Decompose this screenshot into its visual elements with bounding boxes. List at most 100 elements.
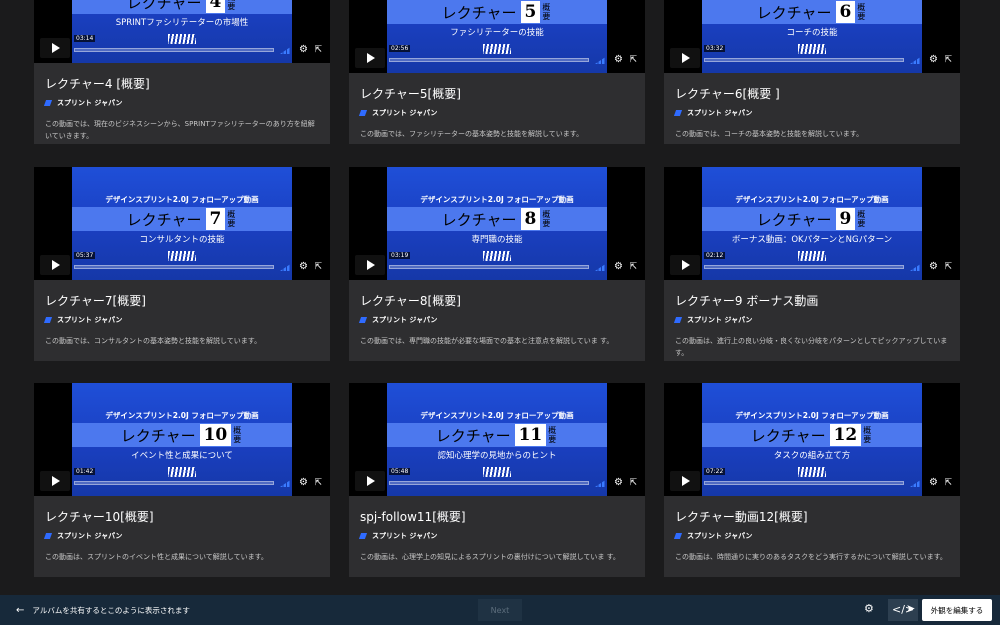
play-icon[interactable] [670,255,700,275]
video-description: この動画では、コンサルタントの基本姿勢と技能を解説しています。 [45,337,262,345]
volume-icon[interactable] [910,56,922,64]
video-card[interactable]: デザインスプリント2.0J フォローアップ動画 レクチャー 11 概要 認知心理… [349,383,645,577]
video-card[interactable]: デザインスプリント2.0J フォローアップ動画 レクチャー 12 概要 タスクの… [664,383,960,577]
slide-subtitle: イベント性と成果について [131,451,233,461]
slide-lecture-number: 12 [829,424,862,446]
video-card[interactable]: デザインスプリント2.0J フォローアップ動画 レクチャー 7 概要 コンサルタ… [34,167,330,361]
play-icon[interactable] [670,471,700,491]
volume-icon[interactable] [280,46,292,54]
video-player[interactable]: レクチャー 5 概要 ファシリテーターの技能 02:56 ⚙ ⇱ [349,0,645,73]
fullscreen-icon[interactable]: ⇱ [944,478,952,488]
play-icon[interactable] [355,255,385,275]
volume-icon[interactable] [595,479,607,487]
share-notice: アルバムを共有するとこのように表示されます [32,605,190,615]
video-info: レクチャー10[概要] スプリント ジャパン この動画は、スプリントのイベント性… [34,496,330,573]
gear-icon[interactable]: ⚙ [614,262,623,272]
video-card[interactable]: レクチャー 6 概要 コーチの技能 03:32 ⚙ ⇱ レクチャー6[概要 ] … [664,0,960,144]
video-info: レクチャー5[概要] スプリント ジャパン この動画では、ファシリテーターの基本… [349,73,645,150]
progress-bar[interactable] [74,265,274,269]
fullscreen-icon[interactable]: ⇱ [629,478,637,488]
slide-header: デザインスプリント2.0J フォローアップ動画 [420,411,574,420]
volume-icon[interactable] [910,479,922,487]
slide-lecture-number: 4 [205,0,226,13]
video-title[interactable]: レクチャー動画12[概要] [675,508,949,525]
play-icon[interactable] [355,48,385,68]
video-player[interactable]: レクチャー 6 概要 コーチの技能 03:32 ⚙ ⇱ [664,0,960,73]
volume-icon[interactable] [910,263,922,271]
next-button[interactable]: Next [478,599,522,621]
fullscreen-icon[interactable]: ⇱ [314,478,322,488]
video-card[interactable]: レクチャー 4 概要 SPRINTファシリテーターの市場性 03:14 ⚙ ⇱ … [34,0,330,144]
play-icon[interactable] [40,471,70,491]
edit-appearance-button[interactable]: 外観を編集する [922,599,992,621]
video-player[interactable]: デザインスプリント2.0J フォローアップ動画 レクチャー 12 概要 タスクの… [664,383,960,496]
fullscreen-icon[interactable]: ⇱ [629,262,637,272]
fullscreen-icon[interactable]: ⇱ [944,262,952,272]
gear-icon[interactable]: ⚙ [299,478,308,488]
progress-bar[interactable] [389,58,589,62]
slide-gaiyo: 概要 [863,426,872,444]
video-title[interactable]: レクチャー8[概要] [360,292,634,309]
play-icon[interactable] [355,471,385,491]
progress-bar[interactable] [389,265,589,269]
fullscreen-icon[interactable]: ⇱ [314,45,322,55]
volume-icon[interactable] [280,263,292,271]
video-title[interactable]: レクチャー10[概要] [45,508,319,525]
video-title[interactable]: レクチャー5[概要] [360,85,634,102]
gear-icon[interactable]: ⚙ [929,262,938,272]
gear-icon[interactable]: ⚙ [864,602,874,615]
video-description: この動画は、心理学上の知見によるスプリントの裏付けについて解説していま す。 [360,553,620,561]
slide-gaiyo: 概要 [857,3,866,21]
video-player[interactable]: デザインスプリント2.0J フォローアップ動画 レクチャー 10 概要 イベント… [34,383,330,496]
gear-icon[interactable]: ⚙ [614,55,623,65]
gear-icon[interactable]: ⚙ [929,478,938,488]
slide-lecture-title: レクチャー 9 概要 [702,207,922,231]
video-title[interactable]: レクチャー9 ボーナス動画 [675,292,949,309]
video-duration: 05:48 [389,468,411,475]
author: スプリント ジャパン [43,531,319,541]
play-icon[interactable] [40,38,70,58]
play-icon[interactable] [670,48,700,68]
slide-header: デザインスプリント2.0J フォローアップ動画 [735,411,889,420]
video-title[interactable]: レクチャー4 [概要] [45,75,319,92]
video-card[interactable]: デザインスプリント2.0J フォローアップ動画 レクチャー 9 概要 ボーナス動… [664,167,960,361]
progress-bar[interactable] [704,265,904,269]
volume-icon[interactable] [595,263,607,271]
video-title[interactable]: レクチャー6[概要 ] [675,85,949,102]
video-info: spj-follow11[概要] スプリント ジャパン この動画は、心理学上の知… [349,496,645,573]
progress-bar[interactable] [704,58,904,62]
video-card[interactable]: レクチャー 5 概要 ファシリテーターの技能 02:56 ⚙ ⇱ レクチャー5[… [349,0,645,144]
author: スプリント ジャパン [43,98,319,108]
slide-lecture-title: レクチャー 8 概要 [387,207,607,231]
fullscreen-icon[interactable]: ⇱ [629,55,637,65]
video-player[interactable]: デザインスプリント2.0J フォローアップ動画 レクチャー 9 概要 ボーナス動… [664,167,960,280]
video-info: レクチャー4 [概要] スプリント ジャパン この動画では、現在のビジネスシーン… [34,63,330,152]
arrow-left-icon[interactable]: ← [16,605,24,616]
video-card[interactable]: デザインスプリント2.0J フォローアップ動画 レクチャー 8 概要 専門職の技… [349,167,645,361]
author: スプリント ジャパン [358,315,634,325]
video-player[interactable]: レクチャー 4 概要 SPRINTファシリテーターの市場性 03:14 ⚙ ⇱ [34,0,330,63]
progress-bar[interactable] [704,481,904,485]
video-card[interactable]: デザインスプリント2.0J フォローアップ動画 レクチャー 10 概要 イベント… [34,383,330,577]
video-player[interactable]: デザインスプリント2.0J フォローアップ動画 レクチャー 7 概要 コンサルタ… [34,167,330,280]
volume-icon[interactable] [280,479,292,487]
volume-icon[interactable] [595,56,607,64]
fullscreen-icon[interactable]: ⇱ [944,55,952,65]
video-title[interactable]: spj-follow11[概要] [360,508,634,525]
gear-icon[interactable]: ⚙ [299,262,308,272]
video-title[interactable]: レクチャー7[概要] [45,292,319,309]
slide-lecture-number: 6 [835,1,856,23]
send-icon[interactable]: ➤ [906,602,915,615]
slide-subtitle: 認知心理学の見地からのヒント [437,451,557,461]
progress-bar[interactable] [74,481,274,485]
video-player[interactable]: デザインスプリント2.0J フォローアップ動画 レクチャー 11 概要 認知心理… [349,383,645,496]
fullscreen-icon[interactable]: ⇱ [314,262,322,272]
gear-icon[interactable]: ⚙ [614,478,623,488]
progress-bar[interactable] [389,481,589,485]
gear-icon[interactable]: ⚙ [299,45,308,55]
video-info: レクチャー9 ボーナス動画 スプリント ジャパン この動画は、進行上の良い分岐・… [664,280,960,369]
gear-icon[interactable]: ⚙ [929,55,938,65]
play-icon[interactable] [40,255,70,275]
video-player[interactable]: デザインスプリント2.0J フォローアップ動画 レクチャー 8 概要 専門職の技… [349,167,645,280]
progress-bar[interactable] [74,48,274,52]
